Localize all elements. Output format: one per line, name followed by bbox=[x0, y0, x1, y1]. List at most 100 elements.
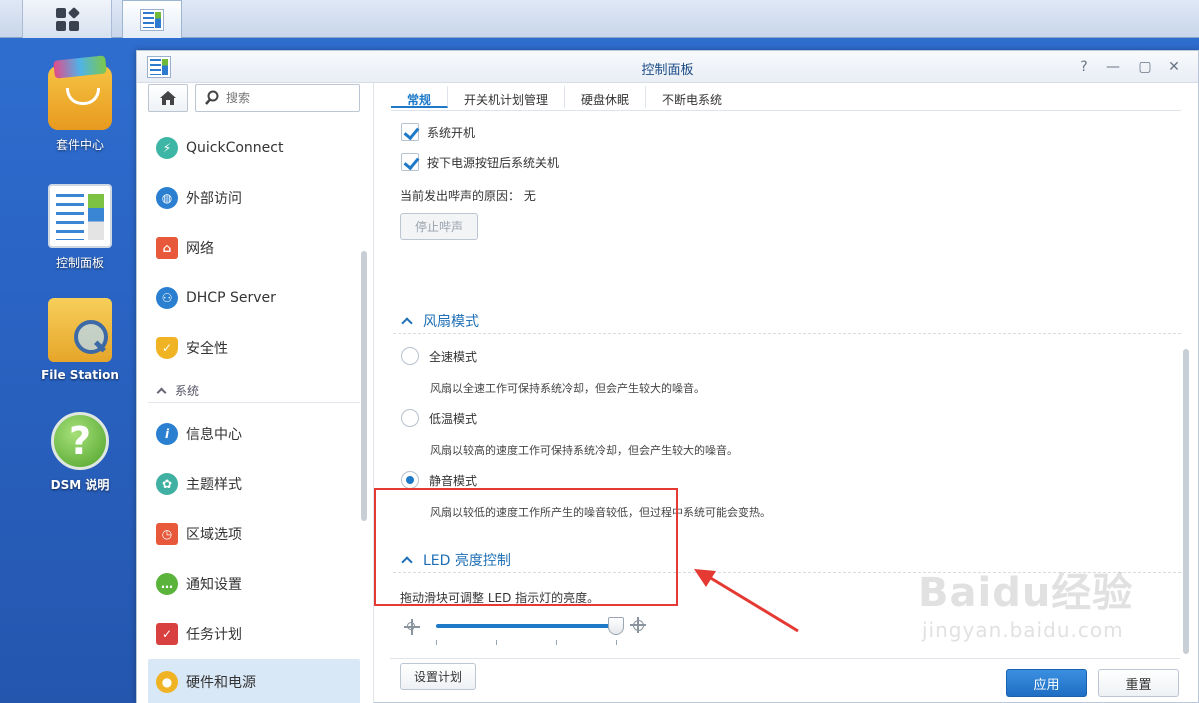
shield-icon: ✓ bbox=[156, 337, 178, 359]
desktop-icon-label: DSM 说明 bbox=[50, 478, 110, 492]
tab-bar: 常规 开关机计划管理 硬盘休眠 不断电系统 bbox=[391, 83, 1181, 111]
apps-grid-icon bbox=[55, 6, 80, 31]
slider-tick bbox=[616, 640, 617, 645]
radio-description: 风扇以全速工作可保持系统冷却，但会产生较大的噪音。 bbox=[430, 382, 705, 395]
desktop-icon-label: 套件中心 bbox=[55, 138, 104, 152]
checkbox-checked-icon[interactable] bbox=[401, 123, 419, 141]
sidebar-item-external-access[interactable]: ◍ 外部访问 bbox=[148, 175, 360, 221]
stop-beep-button[interactable]: 停止哔声 bbox=[400, 213, 478, 240]
sidebar-item-label: 硬件和电源 bbox=[186, 675, 256, 691]
highlight-annotation-box bbox=[374, 488, 678, 606]
window-title: 控制面板 bbox=[641, 63, 694, 78]
section-title: 风扇模式 bbox=[423, 313, 479, 330]
sidebar-section-system[interactable]: 系统 bbox=[148, 379, 360, 403]
apply-button[interactable]: 应用 bbox=[1006, 669, 1087, 697]
taskbar-control-panel-button[interactable] bbox=[122, 0, 182, 38]
sidebar-item-task-scheduler[interactable]: ✓ 任务计划 bbox=[148, 611, 360, 657]
clock-icon: ◷ bbox=[156, 523, 178, 545]
help-icon[interactable]: ? bbox=[1074, 57, 1094, 77]
slider-tick bbox=[556, 640, 557, 645]
sidebar-item-label: 区域选项 bbox=[186, 527, 242, 543]
checkbox-checked-icon[interactable] bbox=[401, 153, 419, 171]
dhcp-icon: ⚇ bbox=[156, 287, 178, 309]
sidebar-item-label: 网络 bbox=[186, 241, 214, 257]
red-arrow-annotation bbox=[694, 569, 799, 633]
set-schedule-button[interactable]: 设置计划 bbox=[400, 663, 476, 690]
led-slider-track[interactable] bbox=[436, 624, 616, 628]
house-icon: ⌂ bbox=[156, 237, 178, 259]
main-menu-button[interactable] bbox=[22, 0, 112, 38]
sidebar-item-theme[interactable]: ✿ 主题样式 bbox=[148, 461, 360, 507]
sidebar-item-security[interactable]: ✓ 安全性 bbox=[148, 325, 360, 371]
close-icon[interactable]: ✕ bbox=[1164, 57, 1184, 77]
sidebar-scrollbar[interactable] bbox=[361, 251, 367, 521]
desktop-dsm-help[interactable]: ? DSM 说明 bbox=[20, 412, 140, 493]
beep-reason-text: 当前发出哔声的原因： 无 bbox=[400, 189, 536, 203]
maximize-icon[interactable]: ▢ bbox=[1135, 57, 1155, 77]
desktop-package-center[interactable]: 套件中心 bbox=[20, 66, 140, 153]
calendar-check-icon: ✓ bbox=[156, 623, 178, 645]
minimize-icon[interactable]: — bbox=[1103, 57, 1123, 77]
tab-hdd-hibernation[interactable]: 硬盘休眠 bbox=[565, 86, 647, 108]
sidebar-item-label: QuickConnect bbox=[186, 140, 284, 156]
watermark-text: Baidu经验 bbox=[918, 570, 1134, 616]
sidebar-item-notification[interactable]: … 通知设置 bbox=[148, 561, 360, 607]
dim-sun-icon bbox=[404, 619, 420, 635]
checkbox-power-button[interactable]: 按下电源按钮后系统关机 bbox=[401, 153, 559, 171]
sidebar-item-network[interactable]: ⌂ 网络 bbox=[148, 225, 360, 271]
home-button[interactable] bbox=[148, 84, 188, 112]
desktop-icon-label: 控制面板 bbox=[55, 256, 104, 270]
radio-full-speed[interactable]: 全速模式 bbox=[401, 347, 477, 365]
radio-selected-icon[interactable] bbox=[401, 471, 419, 489]
sidebar-item-label: 信息中心 bbox=[186, 427, 242, 443]
radio-icon[interactable] bbox=[401, 347, 419, 365]
sidebar-item-regional-options[interactable]: ◷ 区域选项 bbox=[148, 511, 360, 557]
search-input[interactable] bbox=[226, 91, 346, 105]
desktop-control-panel[interactable]: 控制面板 bbox=[20, 184, 140, 271]
sidebar-item-hardware-power[interactable]: ● 硬件和电源 bbox=[148, 659, 360, 703]
reset-button[interactable]: 重置 bbox=[1098, 669, 1179, 697]
checkbox-label: 系统开机 bbox=[427, 125, 476, 140]
radio-label: 低温模式 bbox=[429, 411, 478, 426]
radio-quiet[interactable]: 静音模式 bbox=[401, 471, 477, 489]
control-panel-icon bbox=[48, 184, 112, 248]
window-titlebar[interactable]: 控制面板 ? — ▢ ✕ bbox=[137, 51, 1198, 83]
sidebar: ⚡ QuickConnect ◍ 外部访问 ⌂ 网络 ⚇ DHCP Server… bbox=[137, 83, 374, 703]
radio-cool[interactable]: 低温模式 bbox=[401, 409, 477, 427]
palette-icon: ✿ bbox=[156, 473, 178, 495]
desktop-file-station[interactable]: File Station bbox=[20, 298, 140, 382]
checkbox-boot[interactable]: 系统开机 bbox=[401, 123, 475, 141]
tab-general[interactable]: 常规 bbox=[391, 86, 449, 108]
slider-tick bbox=[496, 640, 497, 645]
sidebar-item-quickconnect[interactable]: ⚡ QuickConnect bbox=[148, 125, 360, 171]
radio-label: 静音模式 bbox=[429, 473, 478, 488]
search-field[interactable] bbox=[195, 84, 360, 112]
help-question-icon: ? bbox=[51, 412, 109, 470]
fan-mode-header[interactable]: 风扇模式 bbox=[393, 308, 1181, 334]
sidebar-item-label: 安全性 bbox=[186, 341, 228, 357]
main-scrollbar[interactable] bbox=[1183, 349, 1189, 654]
info-icon: i bbox=[156, 423, 178, 445]
sidebar-item-label: 任务计划 bbox=[186, 627, 242, 643]
tab-ups[interactable]: 不断电系统 bbox=[646, 86, 738, 108]
watermark-url: jingyan.baidu.com bbox=[922, 618, 1124, 642]
led-slider-handle[interactable] bbox=[608, 617, 624, 635]
radio-label: 全速模式 bbox=[429, 349, 478, 364]
checkbox-label: 按下电源按钮后系统关机 bbox=[427, 155, 560, 170]
sidebar-item-info-center[interactable]: i 信息中心 bbox=[148, 411, 360, 457]
desktop-icon-label: File Station bbox=[41, 368, 119, 382]
bulb-icon: ● bbox=[156, 671, 178, 693]
baidu-watermark: Baidu经验 jingyan.baidu.com bbox=[918, 560, 1133, 642]
radio-description: 风扇以较高的速度工作可保持系统冷却，但会产生较大的噪音。 bbox=[430, 444, 738, 457]
radio-icon[interactable] bbox=[401, 409, 419, 427]
bright-sun-icon bbox=[630, 617, 646, 633]
tab-power-schedule[interactable]: 开关机计划管理 bbox=[448, 86, 566, 108]
sidebar-item-dhcp-server[interactable]: ⚇ DHCP Server bbox=[148, 275, 360, 321]
chevron-up-icon bbox=[401, 316, 413, 329]
folder-search-icon bbox=[48, 298, 112, 362]
home-icon bbox=[160, 91, 176, 105]
footer-divider bbox=[390, 658, 1180, 659]
sidebar-item-label: 外部访问 bbox=[186, 191, 242, 207]
shopping-bag-icon bbox=[48, 66, 112, 130]
slider-tick bbox=[436, 640, 437, 645]
